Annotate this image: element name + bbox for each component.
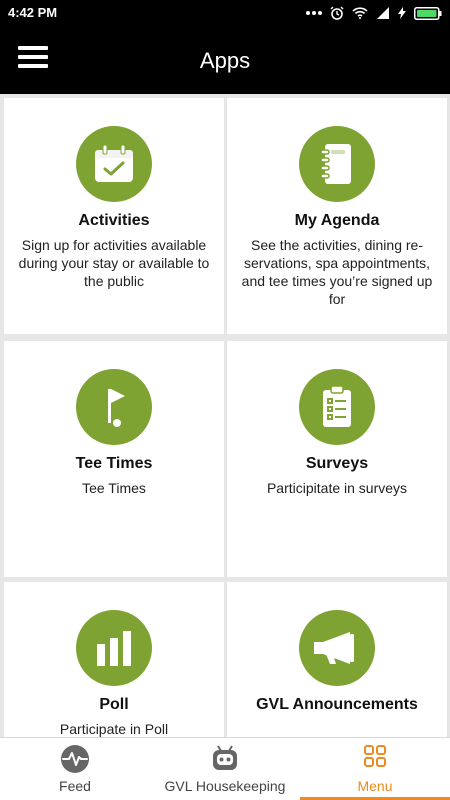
alarm-icon (330, 6, 344, 20)
card-description: Tee Times (82, 480, 146, 496)
notebook-icon (299, 126, 375, 202)
card-description: Sign up for activities available during … (18, 237, 210, 289)
card-title: My Agenda (294, 212, 380, 229)
signal-icon (376, 7, 390, 19)
bar-chart-icon (76, 610, 152, 686)
grid-icon (300, 744, 450, 768)
battery-icon (414, 6, 442, 20)
app-card-activities[interactable]: Activities Sign up for activities availa… (4, 98, 224, 334)
apps-grid: Activities Sign up for activities availa… (0, 94, 450, 737)
megaphone-icon (299, 610, 375, 686)
nav-item-feed[interactable]: Feed (0, 738, 150, 800)
app-card-gvl-announcements[interactable]: GVL Announcements (227, 582, 447, 737)
app-card-surveys[interactable]: Surveys Participitate in surveys (227, 341, 447, 577)
card-description: Participitate in surveys (266, 480, 408, 496)
clipboard-list-icon (299, 369, 375, 445)
card-title: Poll (99, 696, 129, 713)
wifi-icon (352, 7, 368, 19)
status-bar: 4:42 PM (0, 0, 450, 26)
nav-item-menu[interactable]: Menu (300, 738, 450, 800)
status-time: 4:42 PM (8, 5, 58, 20)
card-title: Tee Times (75, 455, 153, 472)
bottom-nav: Feed GVL Housekeeping Menu (0, 737, 450, 800)
card-description: See the activities, dining re-servations… (241, 237, 433, 307)
page-title: Apps (199, 48, 251, 73)
status-icons (306, 4, 442, 22)
nav-label: Menu (357, 778, 393, 794)
nav-label: GVL Housekeeping (164, 778, 286, 794)
card-title: GVL Announcements (256, 696, 418, 713)
nav-item-gvl-housekeeping[interactable]: GVL Housekeeping (150, 738, 300, 800)
charging-icon (398, 7, 406, 19)
app-card-poll[interactable]: Poll Participate in Poll (4, 582, 224, 737)
card-title: Activities (78, 212, 150, 229)
calendar-check-icon (76, 126, 152, 202)
app-card-my-agenda[interactable]: My Agenda See the activities, dining re-… (227, 98, 447, 334)
nav-label: Feed (59, 778, 91, 794)
card-title: Surveys (305, 455, 369, 472)
robot-icon (150, 744, 300, 774)
more-dots-icon (306, 10, 322, 16)
card-description: Participate in Poll (59, 721, 169, 737)
pulse-icon (0, 744, 150, 774)
app-bar: Apps (0, 26, 450, 94)
golf-flag-icon (76, 369, 152, 445)
app-card-tee-times[interactable]: Tee Times Tee Times (4, 341, 224, 577)
